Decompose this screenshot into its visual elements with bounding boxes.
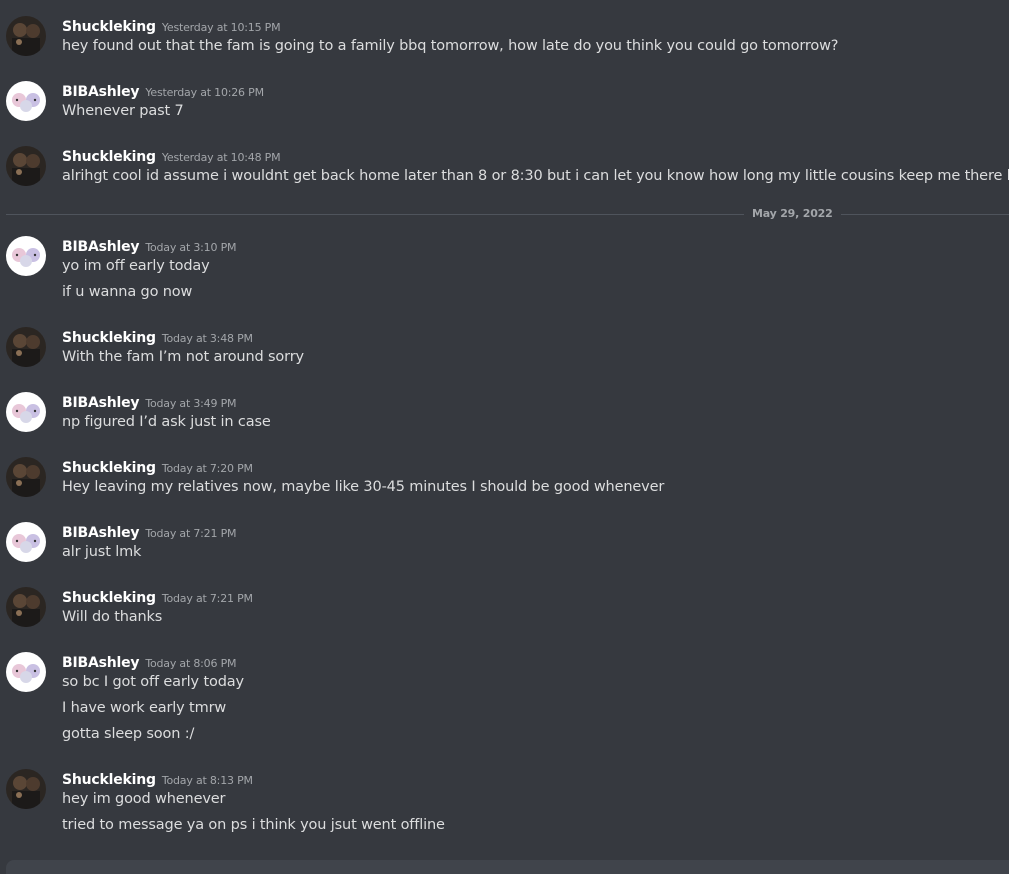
- message-header: Shuckleking Yesterday at 10:15 PM: [62, 16, 281, 36]
- message-text: Will do thanks: [62, 609, 163, 625]
- message-text: if u wanna go now: [62, 284, 193, 300]
- message-header: BIBAshley Yesterday at 10:26 PM: [62, 81, 264, 101]
- timestamp: Today at 3:10 PM: [145, 241, 237, 254]
- photo-avatar[interactable]: [6, 16, 46, 56]
- message-header: Shuckleking Today at 7:21 PM: [62, 587, 253, 607]
- cartoon-sheep-avatar[interactable]: [6, 392, 46, 432]
- message-text: I have work early tmrw: [62, 700, 227, 716]
- timestamp: Today at 7:21 PM: [161, 592, 253, 605]
- message-text: alr just lmk: [62, 544, 142, 560]
- username[interactable]: BIBAshley: [62, 655, 140, 671]
- username[interactable]: Shuckleking: [62, 590, 156, 606]
- message-text: hey found out that the fam is going to a…: [62, 38, 839, 54]
- timestamp: Yesterday at 10:26 PM: [145, 86, 264, 99]
- username[interactable]: Shuckleking: [62, 149, 156, 165]
- message-text: gotta sleep soon :/: [62, 726, 195, 742]
- timestamp: Today at 3:48 PM: [161, 332, 253, 345]
- timestamp: Yesterday at 10:48 PM: [161, 151, 281, 164]
- message-text: Whenever past 7: [62, 103, 184, 119]
- cartoon-sheep-avatar[interactable]: [6, 236, 46, 276]
- message-text: alrihgt cool id assume i wouldnt get bac…: [62, 168, 1009, 184]
- cartoon-sheep-avatar[interactable]: [6, 522, 46, 562]
- cartoon-sheep-avatar[interactable]: [6, 81, 46, 121]
- timestamp: Today at 7:20 PM: [161, 462, 253, 475]
- username[interactable]: Shuckleking: [62, 19, 156, 35]
- photo-avatar[interactable]: [6, 769, 46, 809]
- username[interactable]: Shuckleking: [62, 772, 156, 788]
- message-text: tried to message ya on ps i think you js…: [62, 817, 445, 833]
- timestamp: Today at 7:21 PM: [145, 527, 237, 540]
- date-divider-line: [6, 214, 1009, 215]
- cartoon-sheep-avatar[interactable]: [6, 652, 46, 692]
- timestamp: Today at 3:49 PM: [145, 397, 237, 410]
- message-header: BIBAshley Today at 3:10 PM: [62, 236, 236, 256]
- photo-avatar[interactable]: [6, 327, 46, 367]
- date-divider-label: May 29, 2022: [744, 207, 841, 220]
- message-text: np figured I’d ask just in case: [62, 414, 271, 430]
- chat-window: Shuckleking Yesterday at 10:15 PM hey fou…: [0, 0, 1009, 874]
- message-header: Shuckleking Today at 3:48 PM: [62, 327, 253, 347]
- message-text: hey im good whenever: [62, 791, 226, 807]
- timestamp: Today at 8:13 PM: [161, 774, 253, 787]
- message-header: Shuckleking Yesterday at 10:48 PM: [62, 146, 281, 166]
- username[interactable]: Shuckleking: [62, 460, 156, 476]
- username[interactable]: BIBAshley: [62, 395, 140, 411]
- photo-avatar[interactable]: [6, 587, 46, 627]
- message-text: With the fam I’m not around sorry: [62, 349, 304, 365]
- message-header: BIBAshley Today at 7:21 PM: [62, 522, 236, 542]
- username[interactable]: BIBAshley: [62, 84, 140, 100]
- photo-avatar[interactable]: [6, 457, 46, 497]
- message-text: Hey leaving my relatives now, maybe like…: [62, 479, 665, 495]
- message-input[interactable]: [6, 860, 1009, 874]
- username[interactable]: BIBAshley: [62, 239, 140, 255]
- message-header: BIBAshley Today at 8:06 PM: [62, 652, 236, 672]
- message-text: yo im off early today: [62, 258, 210, 274]
- message-header: BIBAshley Today at 3:49 PM: [62, 392, 236, 412]
- timestamp: Today at 8:06 PM: [145, 657, 237, 670]
- timestamp: Yesterday at 10:15 PM: [161, 21, 281, 34]
- username[interactable]: BIBAshley: [62, 525, 140, 541]
- message-header: Shuckleking Today at 8:13 PM: [62, 769, 253, 789]
- photo-avatar[interactable]: [6, 146, 46, 186]
- message-header: Shuckleking Today at 7:20 PM: [62, 457, 253, 477]
- message-text: so bc I got off early today: [62, 674, 244, 690]
- username[interactable]: Shuckleking: [62, 330, 156, 346]
